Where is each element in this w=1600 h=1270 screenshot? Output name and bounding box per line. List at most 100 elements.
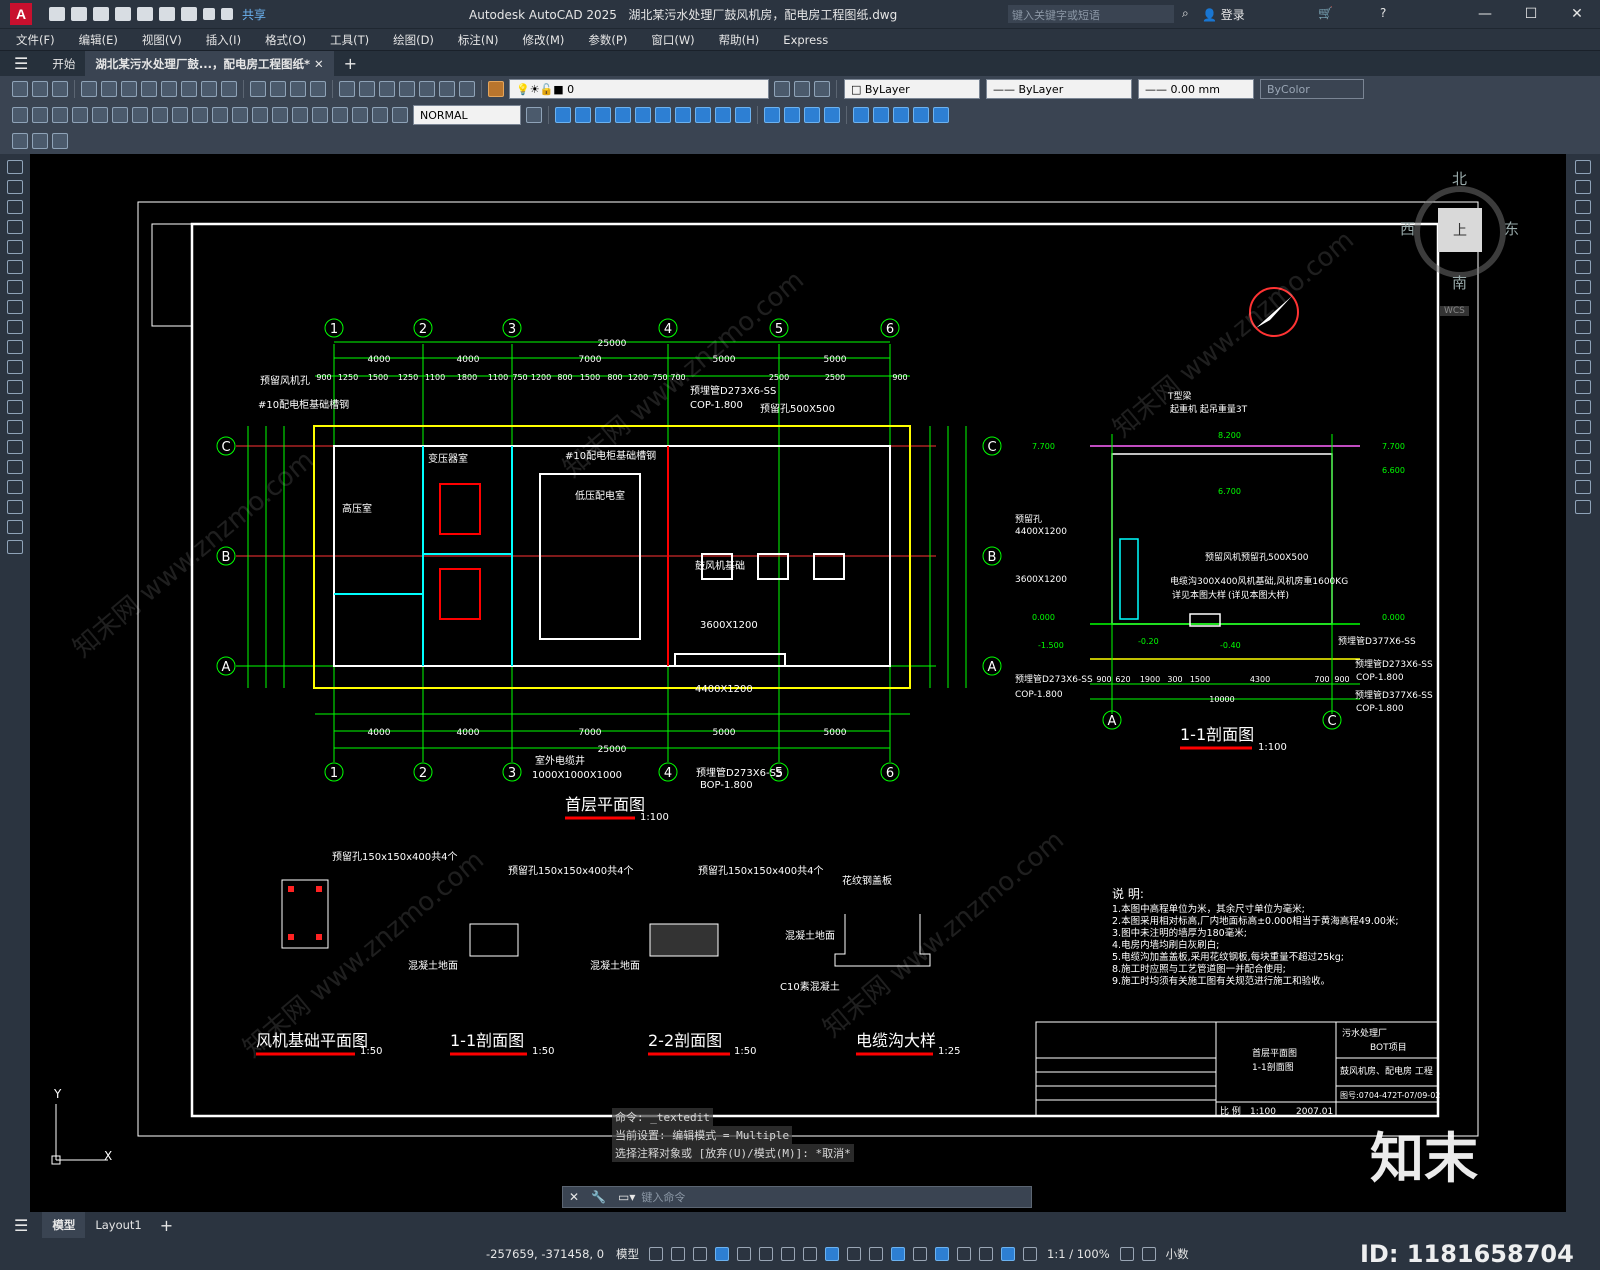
sheet-set-icon[interactable] — [399, 81, 415, 97]
layer-previous-icon[interactable] — [794, 81, 810, 97]
view-4-icon[interactable] — [615, 107, 631, 123]
layer-state-icon[interactable] — [814, 81, 830, 97]
help-toolbar-icon[interactable] — [459, 81, 475, 97]
menu-parameters[interactable]: 参数(P) — [576, 32, 639, 48]
linear-dim-icon[interactable] — [12, 107, 28, 123]
stretch-icon[interactable] — [1575, 320, 1591, 334]
view-9-icon[interactable] — [715, 107, 731, 123]
workspace-2-icon[interactable] — [32, 133, 48, 149]
paste-icon[interactable] — [181, 81, 197, 97]
pan-icon[interactable] — [250, 81, 266, 97]
quick-dim-icon[interactable] — [172, 107, 188, 123]
cmd-customize-icon[interactable]: 🔧 — [591, 1190, 606, 1204]
ucs-3-icon[interactable] — [893, 107, 909, 123]
grid-icon[interactable] — [649, 1247, 664, 1261]
save-web-icon[interactable] — [159, 7, 175, 21]
gradient-icon[interactable] — [7, 460, 23, 474]
help-icon[interactable]: ? — [1380, 6, 1386, 20]
line-icon[interactable] — [7, 160, 23, 174]
coordinates-readout[interactable]: -257659, -371458, 0 — [486, 1247, 604, 1261]
dynamic-input-icon[interactable] — [715, 1247, 730, 1261]
insert-block-icon[interactable] — [7, 380, 23, 394]
menu-express[interactable]: Express — [771, 33, 840, 47]
snap-icon[interactable] — [671, 1247, 686, 1261]
aligned-dim-icon[interactable] — [32, 107, 48, 123]
workspace-switch-icon[interactable] — [1119, 1247, 1134, 1261]
chamfer-icon[interactable] — [1575, 440, 1591, 454]
cmd-close-icon[interactable]: ✕ — [569, 1190, 579, 1204]
search-input[interactable]: 键入关键字或短语 — [1008, 5, 1174, 23]
polygon-icon[interactable] — [7, 220, 23, 234]
menu-edit[interactable]: 编辑(E) — [67, 32, 130, 48]
jogged-linear-icon[interactable] — [332, 107, 348, 123]
ucs-4-icon[interactable] — [913, 107, 929, 123]
markup-icon[interactable] — [419, 81, 435, 97]
copy-icon[interactable] — [161, 81, 177, 97]
layer-dropdown[interactable]: 💡☀🔓■ 0 — [509, 79, 769, 99]
block-editor-icon[interactable] — [221, 81, 237, 97]
open-file-icon[interactable] — [32, 81, 48, 97]
workspace-1-icon[interactable] — [12, 133, 28, 149]
dynamic-ucs-icon[interactable] — [935, 1247, 950, 1261]
ucs-1-icon[interactable] — [853, 107, 869, 123]
ellipse-icon[interactable] — [7, 340, 23, 354]
open-icon[interactable] — [71, 7, 87, 21]
visual-1-icon[interactable] — [764, 107, 780, 123]
view-6-icon[interactable] — [655, 107, 671, 123]
calculator-icon[interactable] — [439, 81, 455, 97]
rotate-icon[interactable] — [1575, 280, 1591, 294]
maximize-icon[interactable]: ☐ — [1508, 0, 1554, 28]
tab-layout1[interactable]: Layout1 — [85, 1212, 151, 1238]
save-as-icon[interactable] — [115, 7, 131, 21]
view-3-icon[interactable] — [595, 107, 611, 123]
new-icon[interactable] — [49, 7, 65, 21]
jogged-icon[interactable] — [112, 107, 128, 123]
layout-menu-icon[interactable]: ☰ — [14, 1216, 28, 1235]
design-center-icon[interactable] — [359, 81, 375, 97]
add-layout-icon[interactable]: + — [160, 1216, 173, 1235]
region-icon[interactable] — [7, 480, 23, 494]
new-file-icon[interactable] — [12, 81, 28, 97]
join-icon[interactable] — [1575, 420, 1591, 434]
dim-update-icon[interactable] — [392, 107, 408, 123]
radius-icon[interactable] — [92, 107, 108, 123]
menu-draw[interactable]: 绘图(D) — [381, 32, 446, 48]
undo-icon[interactable] — [203, 8, 215, 20]
plot-preview-icon[interactable] — [101, 81, 117, 97]
view-1-icon[interactable] — [555, 107, 571, 123]
viewcube[interactable]: 上 北 南 西 东 WCS — [1400, 168, 1520, 318]
array-icon[interactable] — [1575, 240, 1591, 254]
make-block-icon[interactable] — [7, 400, 23, 414]
autocad-app-icon[interactable]: A — [10, 3, 32, 25]
tab-model[interactable]: 模型 — [42, 1212, 86, 1238]
menu-insert[interactable]: 插入(I) — [194, 32, 253, 48]
model-space-toggle[interactable]: 模型 — [616, 1246, 639, 1262]
dim-edit-icon[interactable] — [352, 107, 368, 123]
view-5-icon[interactable] — [635, 107, 651, 123]
construction-line-icon[interactable] — [7, 180, 23, 194]
diameter-icon[interactable] — [132, 107, 148, 123]
arc-length-icon[interactable] — [52, 107, 68, 123]
publish-icon[interactable] — [121, 81, 137, 97]
3d-osnap-icon[interactable] — [913, 1247, 928, 1261]
viewcube-south[interactable]: 南 — [1452, 272, 1467, 293]
viewcube-east[interactable]: 东 — [1504, 218, 1519, 239]
units-readout[interactable]: 小数 — [1166, 1246, 1189, 1262]
auto-scale-icon[interactable] — [1023, 1247, 1038, 1261]
annotation-monitor-icon[interactable] — [1141, 1247, 1156, 1261]
zoom-previous-icon[interactable] — [310, 81, 326, 97]
extend-icon[interactable] — [1575, 360, 1591, 374]
lineweight-icon[interactable] — [847, 1247, 862, 1261]
mtext-icon[interactable] — [7, 520, 23, 534]
command-input[interactable]: 键入命令 — [641, 1189, 685, 1205]
ucs-2-icon[interactable] — [873, 107, 889, 123]
inspection-icon[interactable] — [312, 107, 328, 123]
plot-icon[interactable] — [181, 7, 197, 21]
save-icon[interactable] — [93, 7, 109, 21]
ordinate-icon[interactable] — [72, 107, 88, 123]
zoom-realtime-icon[interactable] — [270, 81, 286, 97]
wcs-menu[interactable]: WCS — [1440, 306, 1469, 316]
continue-icon[interactable] — [212, 107, 228, 123]
redo-icon[interactable] — [221, 8, 233, 20]
erase-icon[interactable] — [1575, 160, 1591, 174]
